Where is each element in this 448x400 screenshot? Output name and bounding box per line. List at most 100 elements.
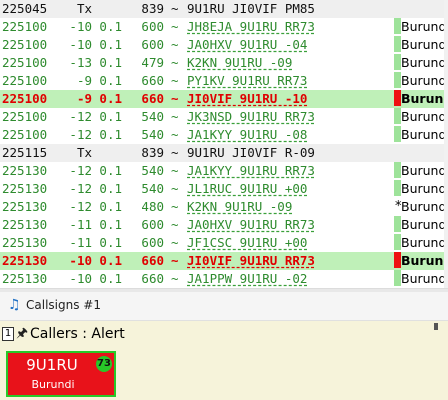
status-marker xyxy=(394,270,401,286)
panel-index-box[interactable]: 1 xyxy=(2,327,14,341)
row-freq: 660 xyxy=(141,73,164,88)
row-country: Burundi xyxy=(401,55,448,70)
row-message[interactable]: JA0HXV 9U1RU RR73 xyxy=(187,216,315,234)
callers-scrollbar[interactable] xyxy=(432,321,446,400)
row-time: 225130 xyxy=(2,199,48,214)
row-message[interactable]: JA1PPW 9U1RU -02 xyxy=(187,270,307,288)
decode-row[interactable]: 225100 -12 0.1 540 ~ JA1KYY 9U1RU -08 Burundi xyxy=(0,126,448,144)
row-country: Burundi xyxy=(401,109,448,124)
row-message[interactable]: K2KN 9U1RU -09 xyxy=(187,54,292,72)
row-snr: -12 xyxy=(69,199,92,214)
log-vertical-scrollbar[interactable] xyxy=(444,0,448,288)
decode-log[interactable]: 225045 Tx 839 ~9U1RU JI0VIF PM85 225100 -10 0.… xyxy=(0,0,448,288)
row-snr: -10 xyxy=(69,253,92,268)
decode-row[interactable]: 225100 -9 0.1 660 ~ PY1KV 9U1RU RR73 Burundi xyxy=(0,72,448,90)
row-mode-tilde: ~ xyxy=(171,91,179,106)
decode-row[interactable]: 225130 -12 0.1 480 ~ K2KN 9U1RU -09 * Burundi xyxy=(0,198,448,216)
row-message[interactable]: 9U1RU JI0VIF R-09 xyxy=(187,144,315,162)
status-marker xyxy=(394,108,401,124)
row-mode-tilde: ~ xyxy=(171,109,179,124)
row-snr: -12 xyxy=(69,109,92,124)
row-freq: 660 xyxy=(141,91,164,106)
decode-row[interactable]: 225130 -12 0.1 540 ~ JA1KYY 9U1RU RR73 Burundi xyxy=(0,162,448,180)
row-dt: 0.1 xyxy=(99,19,122,34)
tx-row[interactable]: 225045 Tx 839 ~9U1RU JI0VIF PM85 xyxy=(0,0,448,18)
row-time: 225130 xyxy=(2,181,48,196)
decode-row[interactable]: 225100 -13 0.1 479 ~ K2KN 9U1RU -09 Burundi xyxy=(0,54,448,72)
row-mode-tilde: ~ xyxy=(171,199,179,214)
status-marker xyxy=(394,18,401,34)
row-message[interactable]: K2KN 9U1RU -09 xyxy=(187,198,292,216)
decode-row[interactable]: 225130 -10 0.1 660 ~ JA1PPW 9U1RU -02 Burundi xyxy=(0,270,448,288)
caller-score-badge: 73 xyxy=(96,356,112,372)
tx-row[interactable]: 225115 Tx 839 ~9U1RU JI0VIF R-09 xyxy=(0,144,448,162)
row-freq: 540 xyxy=(141,109,164,124)
decode-row[interactable]: 225100 -10 0.1 600 ~ JA0HXV 9U1RU -04 Burundi xyxy=(0,36,448,54)
row-freq: 540 xyxy=(141,181,164,196)
row-message[interactable]: JL1RUC 9U1RU +00 xyxy=(187,180,307,198)
row-mode-tilde: ~ xyxy=(171,181,179,196)
decode-row[interactable]: 225130 -11 0.1 600 ~ JA0HXV 9U1RU RR73 Burundi xyxy=(0,216,448,234)
row-dt: 0.1 xyxy=(99,199,122,214)
row-message[interactable]: PY1KV 9U1RU RR73 xyxy=(187,72,307,90)
row-time: 225100 xyxy=(2,73,48,88)
callers-panel: 1 🖈︎ Callers : Alert 9U1RU Burundi 73 xyxy=(0,321,448,400)
row-message[interactable]: JA0HXV 9U1RU -04 xyxy=(187,36,307,54)
row-message[interactable]: JI0VIF 9U1RU RR73 xyxy=(187,252,315,270)
row-dt: 0.1 xyxy=(99,91,122,106)
caller-card[interactable]: 9U1RU Burundi 73 xyxy=(6,351,116,397)
row-dt: 0.1 xyxy=(99,253,122,268)
row-freq: 660 xyxy=(141,271,164,286)
row-message[interactable]: JK3NSD 9U1RU RR73 xyxy=(187,108,315,126)
row-snr: -13 xyxy=(69,55,92,70)
callsigns-panel-header[interactable]: ♫ Callsigns #1 xyxy=(0,292,448,321)
row-freq: 600 xyxy=(141,235,164,250)
alert-marker xyxy=(394,90,401,106)
row-snr: -9 xyxy=(76,91,92,106)
caller-country: Burundi xyxy=(31,378,75,391)
row-mode-tilde: ~ xyxy=(171,73,179,88)
row-time: 225100 xyxy=(2,91,48,106)
alert-row[interactable]: 225100 -9 0.1 660 ~ JI0VIF 9U1RU -10 Burundi xyxy=(0,90,448,108)
decode-row[interactable]: 225100 -12 0.1 540 ~ JK3NSD 9U1RU RR73 Burundi xyxy=(0,108,448,126)
row-time: 225100 xyxy=(2,109,48,124)
alert-row[interactable]: 225130 -10 0.1 660 ~ JI0VIF 9U1RU RR73 Burundi xyxy=(0,252,448,270)
row-mode-tilde: ~ xyxy=(171,163,179,178)
row-dt: 0.1 xyxy=(99,37,122,52)
decode-row[interactable]: 225130 -12 0.1 540 ~ JL1RUC 9U1RU +00 Burundi xyxy=(0,180,448,198)
row-mode-tilde: ~ xyxy=(171,271,179,286)
row-freq: 480 xyxy=(141,199,164,214)
status-marker xyxy=(394,234,401,250)
row-country: Burundi xyxy=(401,37,448,52)
panel-title: Callsigns #1 xyxy=(26,298,101,312)
row-dt: 0.1 xyxy=(99,163,122,178)
row-freq: 839 xyxy=(141,1,164,16)
row-snr: -10 xyxy=(69,271,92,286)
status-marker xyxy=(394,126,401,142)
row-message[interactable]: JA1KYY 9U1RU -08 xyxy=(187,126,307,144)
row-freq: 600 xyxy=(141,217,164,232)
row-message[interactable]: JF1CSC 9U1RU +00 xyxy=(187,234,307,252)
decode-row[interactable]: 225130 -11 0.1 600 ~ JF1CSC 9U1RU +00 Burundi xyxy=(0,234,448,252)
row-mode-tilde: ~ xyxy=(171,235,179,250)
row-country: Burundi xyxy=(401,19,448,34)
pin-icon[interactable]: 🖈︎ xyxy=(16,324,28,346)
row-dt: 0.1 xyxy=(99,73,122,88)
scroll-thumb[interactable] xyxy=(434,323,438,330)
row-time: 225130 xyxy=(2,235,48,250)
status-marker xyxy=(394,216,401,232)
row-time: 225100 xyxy=(2,19,48,34)
row-country: Burundi xyxy=(401,235,448,250)
row-message[interactable]: 9U1RU JI0VIF PM85 xyxy=(187,0,315,18)
row-mode-tilde: ~ xyxy=(171,145,179,160)
row-freq: 839 xyxy=(141,145,164,160)
row-message[interactable]: JH8EJA 9U1RU RR73 xyxy=(187,18,315,36)
row-country: Burundi xyxy=(401,73,448,88)
row-freq: 600 xyxy=(141,37,164,52)
row-message[interactable]: JI0VIF 9U1RU -10 xyxy=(187,90,307,108)
row-freq: 540 xyxy=(141,127,164,142)
row-message[interactable]: JA1KYY 9U1RU RR73 xyxy=(187,162,315,180)
decode-row[interactable]: 225100 -10 0.1 600 ~ JH8EJA 9U1RU RR73 Burundi xyxy=(0,18,448,36)
row-time: 225100 xyxy=(2,55,48,70)
row-country: Burundi xyxy=(401,181,448,196)
